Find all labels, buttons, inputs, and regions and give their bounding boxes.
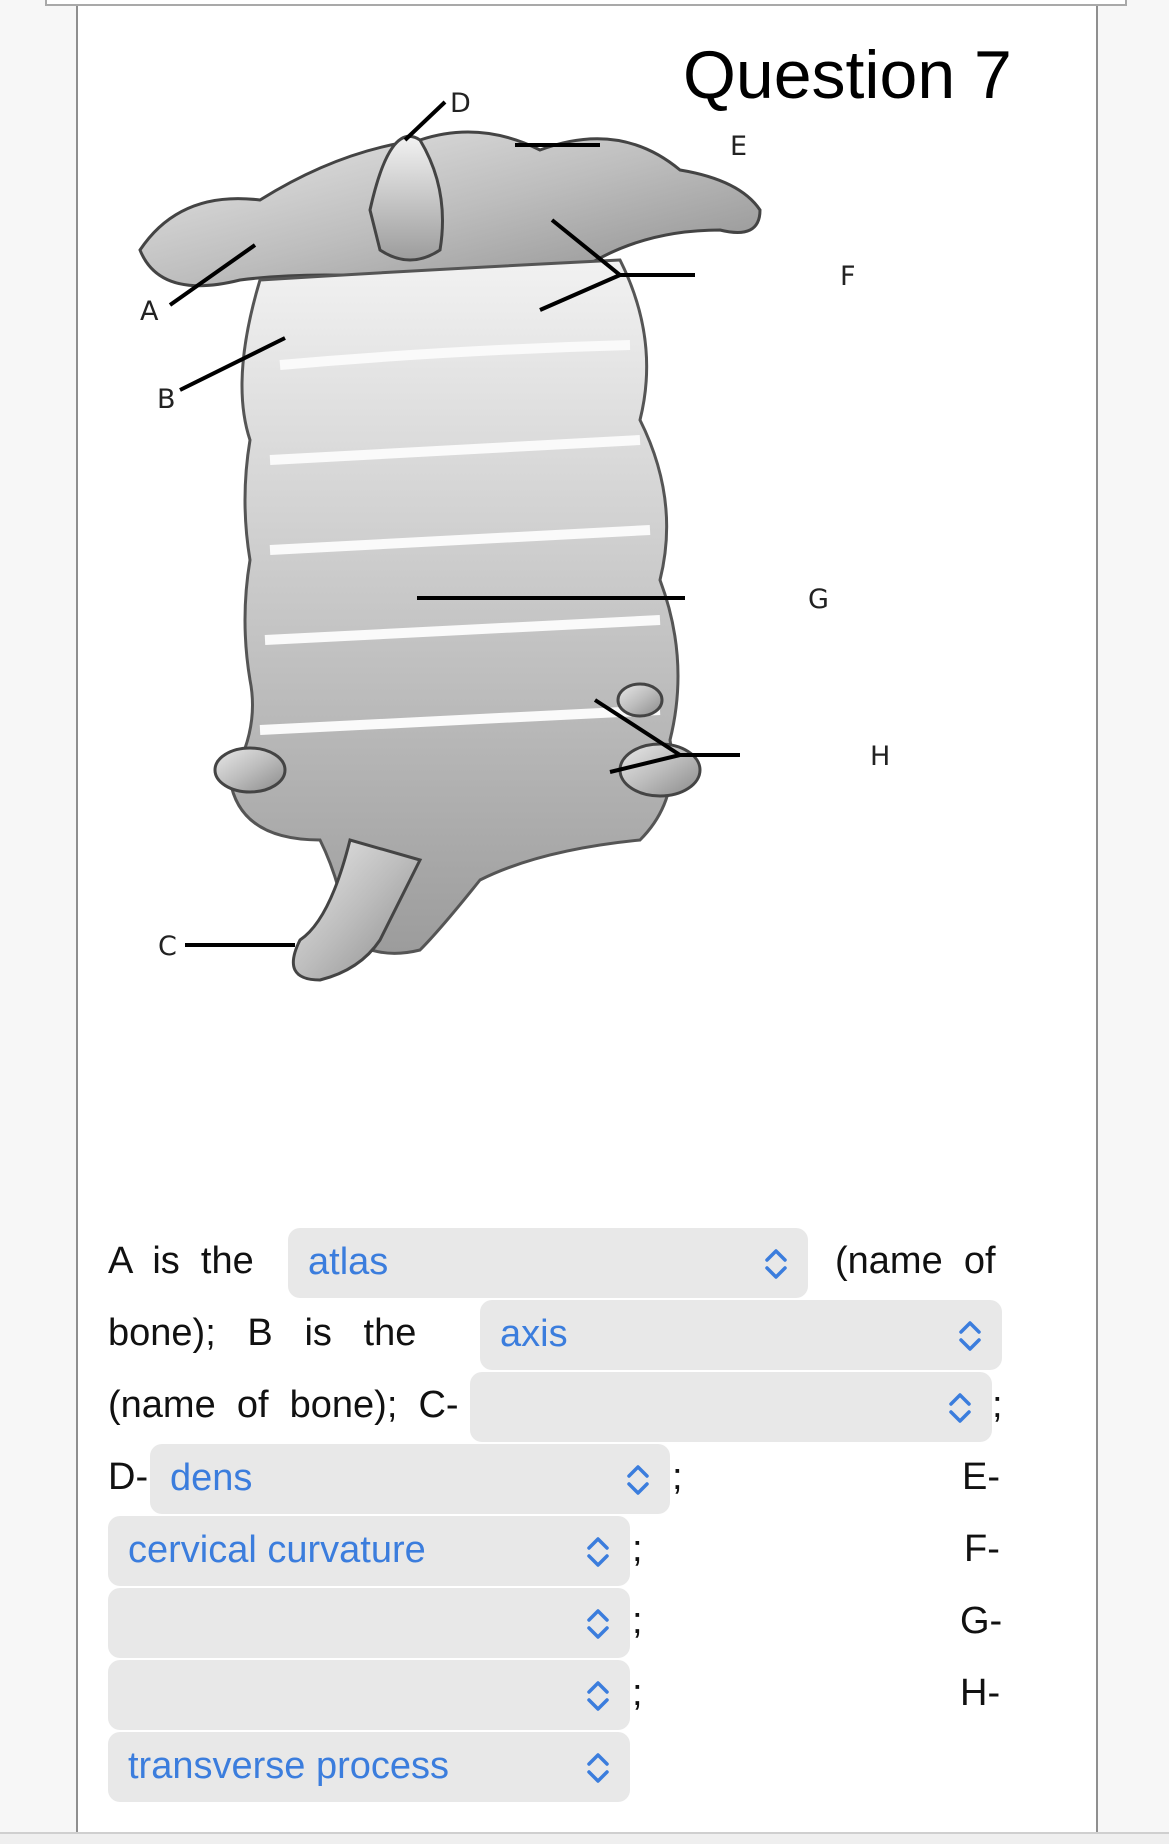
semicolon: ; [672, 1456, 683, 1498]
select-b[interactable]: axis [480, 1300, 1002, 1370]
label-c: C [158, 931, 177, 962]
label-f: F [840, 261, 856, 292]
chevron-updown-icon [587, 1609, 609, 1639]
select-d-value: dens [170, 1457, 253, 1499]
select-a[interactable]: atlas [288, 1228, 808, 1298]
semicolon: ; [632, 1528, 643, 1570]
text-a-suffix: (name of [835, 1240, 996, 1282]
label-g-text: G- [960, 1600, 1003, 1642]
chevron-updown-icon [959, 1321, 981, 1351]
select-d[interactable]: dens [150, 1444, 670, 1514]
text-b-prefix: bone); B is the [108, 1312, 417, 1354]
text-d-prefix: D- [108, 1456, 149, 1498]
label-d: D [450, 88, 471, 119]
text-c-prefix: (name of bone); C- [108, 1384, 459, 1426]
select-e[interactable]: cervical curvature [108, 1516, 630, 1586]
select-e-value: cervical curvature [128, 1529, 426, 1571]
select-g[interactable] [108, 1660, 630, 1730]
chevron-updown-icon [949, 1393, 971, 1423]
chevron-updown-icon [627, 1465, 649, 1495]
label-h: H [870, 741, 890, 772]
label-e-text: E- [962, 1456, 1000, 1498]
label-a: A [140, 296, 159, 327]
text-a-prefix: A is the [108, 1240, 254, 1282]
select-f[interactable] [108, 1588, 630, 1658]
select-h[interactable]: transverse process [108, 1732, 630, 1802]
label-e: E [730, 131, 747, 162]
label-f-text: F- [964, 1528, 1000, 1570]
chevron-updown-icon [587, 1537, 609, 1567]
select-a-value: atlas [308, 1241, 389, 1283]
label-h-text: H- [960, 1672, 1001, 1714]
semicolon: ; [632, 1672, 643, 1714]
chevron-updown-icon [765, 1249, 787, 1279]
select-h-value: transverse process [128, 1745, 450, 1787]
semicolon: ; [632, 1600, 643, 1642]
bottom-bar [0, 1832, 1169, 1844]
label-g: G [808, 584, 829, 615]
select-b-value: axis [500, 1313, 568, 1355]
chevron-updown-icon [587, 1753, 609, 1783]
label-b: B [157, 384, 176, 415]
semicolon: ; [992, 1384, 1003, 1426]
vertebrae-illustration: A B C D E F G H [138, 88, 890, 982]
chevron-updown-icon [587, 1681, 609, 1711]
select-c[interactable] [470, 1372, 992, 1442]
